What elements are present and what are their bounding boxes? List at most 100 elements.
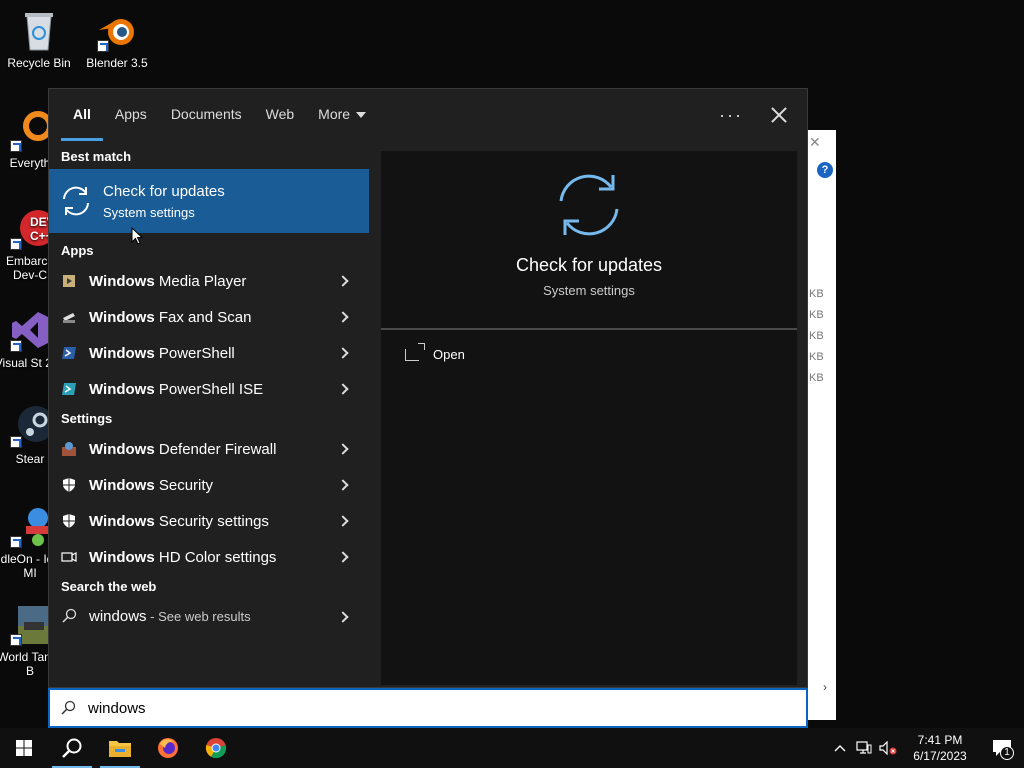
preview-title: Check for updates [515,255,663,275]
open-action-label: Open [433,347,465,362]
file-size: KB [809,288,824,300]
file-size: KB [809,309,824,321]
firefox-icon [158,738,178,758]
shortcut-arrow-icon [10,536,22,548]
background-explorer-window[interactable]: ✕ ? KB KB KB KB KB › [806,130,836,720]
shield-icon [61,477,77,493]
open-action[interactable]: Open [405,342,465,362]
app-label-bold: Windows [89,380,155,398]
search-icon [60,700,76,716]
scroll-right-icon[interactable]: › [823,680,827,694]
close-icon[interactable]: ✕ [809,134,821,151]
best-match-item[interactable]: Check for updates System settings [49,169,369,233]
settings-label: Security settings [154,512,269,530]
app-label-bold: Windows [89,272,155,290]
taskbar-chrome[interactable] [192,728,240,768]
shortcut-arrow-icon [10,340,22,352]
close-icon[interactable] [771,107,787,123]
file-size: KB [809,351,824,363]
panel-actions: ··· [719,89,787,141]
tab-apps[interactable]: Apps [103,89,159,141]
taskbar-search-button[interactable] [48,728,96,768]
settings-label-bold: Windows [89,512,155,530]
folder-icon [109,741,131,757]
powershell-icon [61,345,77,361]
search-box[interactable] [48,688,808,728]
settings-item-windows-security-settings[interactable]: Windows Security settings [49,503,371,539]
app-label: Fax and Scan [154,308,252,326]
idleon-icon [8,504,52,548]
powershell-ise-icon [61,381,77,397]
chevron-right-icon[interactable] [337,311,349,323]
shortcut-arrow-icon [10,634,22,646]
section-header-best-match: Best match [61,149,132,164]
clock-date: 6/17/2023 [913,749,967,763]
clock[interactable]: 7:41 PM 6/17/2023 [900,732,980,764]
volume-button[interactable] [876,728,900,768]
shortcut-arrow-icon [97,40,109,52]
chevron-right-icon[interactable] [337,443,349,455]
best-match-subtitle: System settings [103,204,195,220]
network-icon [856,741,872,754]
devcpp-icon: DEV C++ [8,206,56,250]
tab-web[interactable]: Web [254,89,307,141]
chevron-right-icon[interactable] [337,551,349,563]
fax-scan-icon [61,309,77,325]
app-item-fax-and-scan[interactable]: Windows Fax and Scan [49,299,371,335]
recycle-bin-icon [17,8,61,52]
chevron-right-icon[interactable] [337,347,349,359]
settings-label: HD Color settings [154,548,277,566]
sync-icon [63,186,89,216]
chevron-right-icon[interactable] [337,383,349,395]
tab-more[interactable]: More [306,89,378,141]
taskbar-file-explorer[interactable] [96,728,144,768]
settings-item-hd-color[interactable]: Windows HD Color settings [49,539,371,575]
volume-muted-icon [879,741,897,755]
desktop-icon-recycle-bin[interactable]: Recycle Bin [1,8,77,70]
settings-item-defender-firewall[interactable]: Windows Defender Firewall [49,431,371,467]
blender-icon [95,8,139,52]
shield-icon [61,513,77,529]
chrome-icon [205,738,227,759]
shortcut-arrow-icon [10,436,22,448]
app-item-media-player[interactable]: Windows Media Player [49,263,371,299]
tab-documents[interactable]: Documents [159,89,254,141]
chevron-right-icon[interactable] [337,275,349,287]
help-icon[interactable]: ? [817,162,833,178]
hd-color-icon [61,549,77,565]
taskbar-firefox[interactable] [144,728,192,768]
search-results-list: Best match Check for updates System sett… [49,145,371,685]
app-item-powershell-ise[interactable]: Windows PowerShell ISE [49,371,371,407]
more-options-icon[interactable]: ··· [719,105,743,126]
settings-label-bold: Windows [89,476,155,494]
search-input[interactable] [88,699,688,717]
windows-logo-icon [16,740,32,756]
shortcut-arrow-icon [10,238,22,250]
desktop-icon-blender[interactable]: Blender 3.5 [79,8,155,70]
settings-item-windows-security[interactable]: Windows Security [49,467,371,503]
settings-label-bold: Windows [89,548,155,566]
web-search-item[interactable]: windows - See web results [49,599,371,633]
settings-label: Security [154,476,214,494]
search-icon [62,738,82,758]
action-center-button[interactable]: 1 [980,728,1024,768]
app-label: PowerShell ISE [154,380,264,398]
chevron-right-icon[interactable] [337,479,349,491]
media-player-icon [61,273,77,289]
chevron-right-icon[interactable] [337,515,349,527]
settings-label: Defender Firewall [154,440,277,458]
section-header-settings: Settings [61,411,113,426]
start-button[interactable] [0,728,48,768]
system-tray: 7:41 PM 6/17/2023 1 [828,728,1024,768]
mouse-cursor-icon [131,227,143,245]
taskbar: 7:41 PM 6/17/2023 1 [0,728,1024,768]
visual-studio-icon [8,308,52,352]
network-button[interactable] [852,728,876,768]
chevron-right-icon[interactable] [337,611,349,623]
tab-all[interactable]: All [61,89,103,141]
app-label-bold: Windows [89,308,155,326]
web-suffix: - See web results [146,608,251,624]
app-item-powershell[interactable]: Windows PowerShell [49,335,371,371]
app-label-bold: Windows [89,344,155,362]
show-hidden-icons-button[interactable] [828,728,852,768]
